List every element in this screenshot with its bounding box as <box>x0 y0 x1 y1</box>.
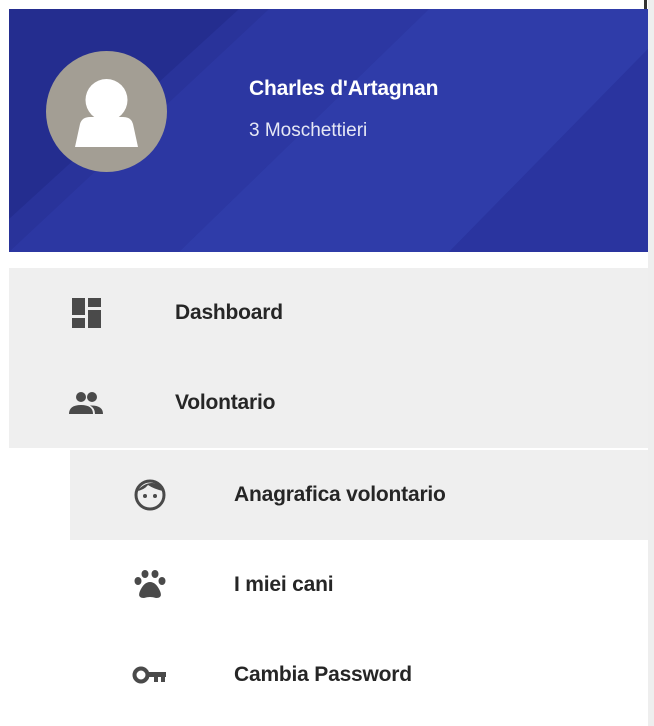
drawer-header: Charles d'Artagnan 3 Moschettieri <box>9 9 648 252</box>
submenu-item-anagrafica-volontario[interactable]: Anagrafica volontario <box>70 450 648 540</box>
submenu-item-i-miei-cani[interactable]: I miei cani <box>70 540 648 630</box>
paw-icon <box>132 567 168 603</box>
people-icon <box>68 385 104 421</box>
menu-item-dashboard[interactable]: Dashboard <box>9 268 648 358</box>
submenu-item-cambia-password-label: Cambia Password <box>234 663 412 686</box>
menu-item-volontario[interactable]: Volontario <box>9 358 648 448</box>
navigation-drawer: Charles d'Artagnan 3 Moschettieri Dashbo… <box>9 9 648 726</box>
menu-item-dashboard-label: Dashboard <box>175 301 283 324</box>
window-edge <box>648 0 654 726</box>
user-organization: 3 Moschettieri <box>249 120 368 141</box>
dashboard-icon <box>68 295 104 331</box>
face-icon <box>132 477 168 513</box>
submenu-item-i-miei-cani-label: I miei cani <box>234 573 334 596</box>
person-icon <box>75 79 138 147</box>
key-icon <box>132 657 168 693</box>
menu-item-volontario-label: Volontario <box>175 391 276 414</box>
header-divider <box>9 252 648 268</box>
submenu-item-anagrafica-label: Anagrafica volontario <box>234 483 446 506</box>
user-avatar[interactable] <box>46 51 167 172</box>
submenu-item-cambia-password[interactable]: Cambia Password <box>70 630 648 720</box>
user-name: Charles d'Artagnan <box>249 77 439 100</box>
